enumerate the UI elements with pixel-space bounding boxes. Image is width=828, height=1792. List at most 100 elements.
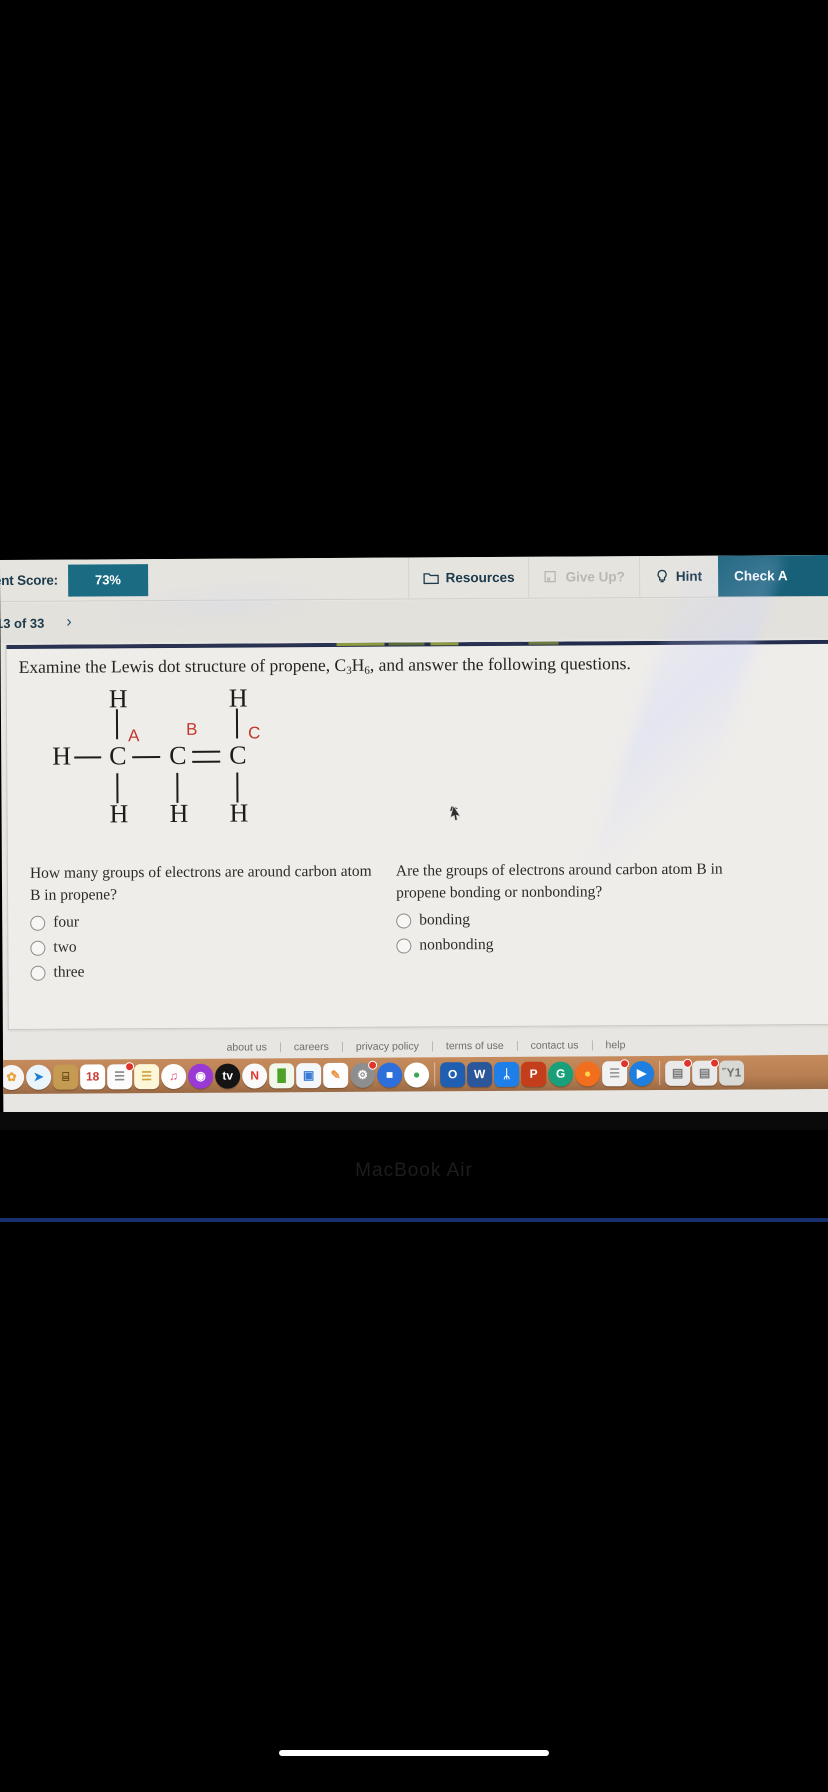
footer-link-terms-of-use[interactable]: terms of use xyxy=(432,1040,518,1052)
assignment-toolbar: ment Score: 73% Resources Give Up? Hint … xyxy=(0,554,828,602)
numbers-icon[interactable]: █ xyxy=(269,1062,295,1088)
appletv-icon[interactable]: tv xyxy=(215,1063,241,1089)
prompt-text-pre: Examine the Lewis dot structure of prope… xyxy=(18,654,347,677)
trash-icon[interactable]: Ὕ1 xyxy=(719,1059,745,1086)
resources-button[interactable]: Resources xyxy=(408,556,529,599)
safari-icon[interactable]: ➤ xyxy=(26,1064,52,1090)
screenshot-file-icon[interactable]: ▤ xyxy=(665,1058,693,1086)
hint-label: Hint xyxy=(675,568,703,584)
home-indicator[interactable] xyxy=(279,1750,549,1756)
option-label: nonbonding xyxy=(419,935,494,954)
bezel-blue-strip xyxy=(0,1218,828,1222)
footer-link-contact-us[interactable]: contact us xyxy=(517,1039,593,1052)
powerpoint-icon[interactable]: P xyxy=(521,1061,547,1087)
question-2-text: Are the groups of electrons around carbo… xyxy=(395,860,723,902)
news-icon[interactable]: N xyxy=(242,1062,268,1089)
mediaplayer-icon[interactable]: ▶ xyxy=(629,1060,655,1086)
dock-icon-glyph: ⚙ xyxy=(357,1067,369,1082)
dock-icon-glyph: ▣ xyxy=(302,1068,315,1083)
dock-icon-glyph: W xyxy=(473,1067,486,1082)
dock-icon-glyph: ■ xyxy=(385,1067,394,1082)
radio-button[interactable] xyxy=(30,940,46,956)
give-up-label: Give Up? xyxy=(565,569,625,585)
bond-h-c1 xyxy=(74,756,102,759)
radio-button[interactable] xyxy=(396,912,412,929)
hint-button[interactable]: Hint xyxy=(638,555,717,598)
music-icon[interactable]: ♫ xyxy=(161,1063,187,1089)
dock-icon-glyph: G xyxy=(555,1066,566,1081)
bond-c3-h-top xyxy=(235,708,239,739)
question-2-option-bonding[interactable]: bonding xyxy=(396,910,726,930)
firefox-icon[interactable]: ● xyxy=(575,1060,601,1086)
dock-icon-glyph: ☰ xyxy=(114,1069,126,1084)
dock-icon-glyph: ● xyxy=(412,1067,421,1082)
dock-icon-glyph: ⌸ xyxy=(62,1069,70,1084)
dock-icon-glyph: ◉ xyxy=(195,1068,206,1083)
photos-icon[interactable]: ✿ xyxy=(0,1064,25,1090)
option-label: two xyxy=(53,938,77,956)
lightbulb-icon xyxy=(654,568,670,584)
reminders-icon[interactable]: ☰ xyxy=(107,1061,135,1089)
screen-bottom-shadow xyxy=(0,1112,828,1130)
podcasts-icon[interactable]: ◉ xyxy=(188,1063,214,1089)
dock-icon-glyph: tv xyxy=(222,1068,234,1083)
footer-link-careers[interactable]: careers xyxy=(280,1041,343,1053)
next-question-arrow[interactable]: › xyxy=(66,614,71,632)
give-up-button[interactable]: Give Up? xyxy=(528,556,639,598)
option-label: four xyxy=(53,913,80,931)
notification-badge xyxy=(683,1058,693,1068)
bond-c2-c3-lower xyxy=(192,760,221,763)
bond-c1-h-top xyxy=(115,709,119,740)
question-2-option-nonbonding[interactable]: nonbonding xyxy=(396,935,726,955)
mouse-cursor xyxy=(449,805,462,821)
settings-icon[interactable]: ⚙ xyxy=(350,1060,378,1088)
textedit-icon[interactable]: ☰ xyxy=(602,1058,630,1086)
radio-button[interactable] xyxy=(30,965,46,981)
folder-icon xyxy=(423,570,440,586)
carbon-label-b: B xyxy=(185,719,198,739)
outlook-icon[interactable]: O xyxy=(440,1061,466,1087)
dock-icon-glyph: ᛦ xyxy=(502,1066,511,1081)
question-1-option-three[interactable]: three xyxy=(30,962,385,982)
calendar-icon[interactable]: 18 xyxy=(80,1063,106,1090)
footer-link-help[interactable]: help xyxy=(593,1039,639,1051)
screenshot-file-2-icon[interactable]: ▤ xyxy=(692,1058,720,1086)
chrome-icon[interactable]: ● xyxy=(404,1061,430,1088)
option-label: three xyxy=(53,963,85,981)
carbon-label-c: C xyxy=(248,723,261,743)
radio-button[interactable] xyxy=(30,915,46,931)
notification-badge xyxy=(125,1061,135,1071)
prompt-text-post: , and answer the following questions. xyxy=(369,653,631,675)
question-1: How many groups of electrons are around … xyxy=(30,861,386,982)
keynote-icon[interactable]: ▣ xyxy=(296,1062,322,1088)
device-bezel-label: MacBook Air xyxy=(355,1160,473,1181)
word-icon[interactable]: W xyxy=(467,1061,493,1087)
dock-icon-glyph: ☰ xyxy=(141,1069,153,1084)
screenshot-photo: ment Score: 73% Resources Give Up? Hint … xyxy=(0,0,828,1792)
prompt-text-mid: H xyxy=(351,654,365,675)
contacts-icon[interactable]: ⌸ xyxy=(53,1064,79,1090)
bluetooth-icon[interactable]: ᛦ xyxy=(494,1061,520,1087)
atom-h-c3-bottom: H xyxy=(229,798,249,828)
bond-c2-c3-upper xyxy=(192,750,221,753)
notes-icon[interactable]: ☰ xyxy=(134,1063,160,1089)
dock-icon-glyph: ✎ xyxy=(330,1067,341,1082)
pages-icon[interactable]: ✎ xyxy=(323,1062,349,1088)
question-1-text: How many groups of electrons are around … xyxy=(29,862,372,904)
lewis-structure-diagram: H H H C C H C H H A B C xyxy=(52,683,313,835)
notification-badge xyxy=(710,1058,720,1068)
radio-button[interactable] xyxy=(396,937,412,954)
footer-link-about-us[interactable]: about us xyxy=(213,1041,281,1053)
question-1-option-two[interactable]: two xyxy=(30,937,385,957)
question-1-option-four[interactable]: four xyxy=(30,912,385,932)
dock-icon-glyph: ♫ xyxy=(169,1068,179,1083)
dock-icon-glyph: ✿ xyxy=(6,1069,17,1084)
dock-files-trash-group: ▤ ▤ Ὕ1 xyxy=(665,1058,745,1086)
grammarly-icon[interactable]: G xyxy=(548,1061,574,1087)
zoom-icon[interactable]: ■ xyxy=(377,1062,403,1088)
check-answer-button[interactable]: Check A xyxy=(717,554,828,597)
assignment-score-label: ment Score: xyxy=(0,572,58,589)
dock-icon-glyph: ☰ xyxy=(609,1066,621,1081)
footer-link-privacy-policy[interactable]: privacy policy xyxy=(342,1040,433,1053)
